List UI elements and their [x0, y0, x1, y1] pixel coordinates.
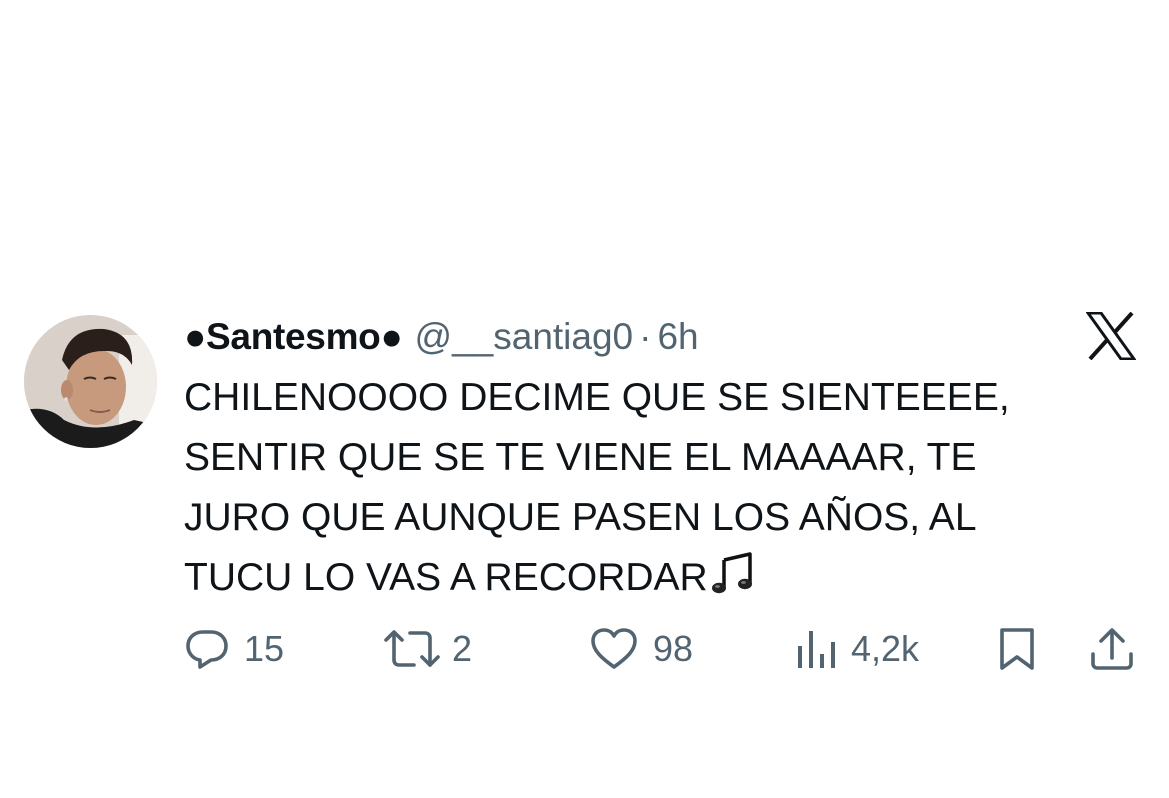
tweet-header: ●Santesmo● @__santiag0 · 6h [184, 312, 699, 362]
separator-dot: · [639, 316, 652, 357]
timestamp[interactable]: 6h [657, 316, 698, 358]
reply-button[interactable]: 15 [184, 622, 284, 676]
heart-icon [589, 626, 639, 672]
views-count: 4,2k [851, 628, 920, 669]
like-button[interactable]: 98 [589, 622, 693, 676]
views-button[interactable]: 4,2k [795, 622, 919, 676]
avatar-photo [24, 315, 157, 448]
x-logo-icon [1085, 311, 1137, 361]
tweet-actions: 15 2 98 4,2k [0, 622, 1169, 676]
bookmark-button[interactable] [996, 622, 1038, 676]
repost-icon [382, 626, 442, 672]
repost-button[interactable]: 2 [382, 622, 472, 676]
bookmark-icon [996, 626, 1038, 672]
share-button[interactable] [1088, 622, 1136, 676]
display-name[interactable]: ●Santesmo● [184, 316, 403, 358]
repost-count: 2 [452, 628, 473, 669]
like-count: 98 [653, 628, 694, 669]
tweet-text-line: SENTIR QUE SE TE VIENE EL MAAAAR, TE [184, 436, 977, 479]
tweet-text-line: JURO QUE AUNQUE PASEN LOS AÑOS, AL [184, 496, 977, 539]
tweet-text-line: CHILENOOOO DECIME QUE SE SIENTEEEE, [184, 376, 1010, 419]
musical-notes-icon [710, 550, 756, 596]
tweet-text-line-last: TUCU LO VAS A RECORDAR [184, 548, 1084, 608]
reply-count: 15 [244, 628, 285, 669]
reply-icon [184, 626, 230, 672]
user-handle[interactable]: @__santiag0 [415, 316, 634, 358]
tweet-text: CHILENOOOO DECIME QUE SE SIENTEEEE, SENT… [184, 368, 1084, 608]
avatar[interactable] [24, 315, 157, 448]
share-icon [1088, 626, 1136, 672]
tweet-text-segment: TUCU LO VAS A RECORDAR [184, 556, 708, 599]
views-icon [795, 626, 837, 672]
